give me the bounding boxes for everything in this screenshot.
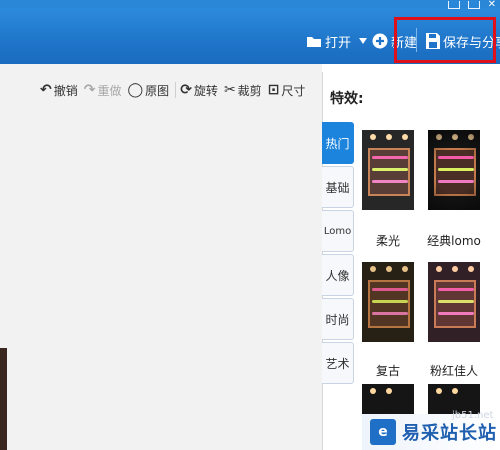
window-controls: ✕ bbox=[447, 0, 500, 10]
tab-art[interactable]: 艺术 bbox=[322, 342, 354, 384]
redo-label: 重做 bbox=[97, 83, 122, 98]
folder-icon bbox=[306, 35, 322, 48]
original-circle-icon: ◯ bbox=[127, 82, 144, 98]
watermark-url: jb51.net bbox=[452, 410, 494, 421]
rotate-button[interactable]: ⟳ 旋转 bbox=[180, 82, 218, 99]
effect-thumbnail-retro[interactable] bbox=[362, 262, 414, 342]
redo-button[interactable]: ↷ 重做 bbox=[84, 82, 122, 99]
tab-lomo[interactable]: Lomo bbox=[322, 210, 354, 252]
effect-label: 柔光 bbox=[375, 234, 400, 248]
maximize-icon[interactable] bbox=[467, 1, 480, 9]
open-button[interactable]: 打开 bbox=[306, 30, 370, 52]
effect-label: 经典lomo bbox=[427, 234, 481, 248]
crop-label: 裁剪 bbox=[237, 83, 262, 98]
tab-basic[interactable]: 基础 bbox=[322, 166, 354, 208]
tab-fashion[interactable]: 时尚 bbox=[322, 298, 354, 340]
redo-icon: ↷ bbox=[83, 82, 96, 98]
original-button[interactable]: ◯ 原图 bbox=[128, 82, 170, 99]
scissors-icon: ✂ bbox=[223, 82, 236, 98]
minimize-icon[interactable] bbox=[447, 1, 460, 9]
image-edge-fragment bbox=[0, 348, 7, 450]
effect-thumbnail-soft-light[interactable] bbox=[362, 130, 414, 210]
effect-thumbnail-pink-beauty[interactable] bbox=[428, 262, 480, 342]
effect-label: 复古 bbox=[375, 364, 400, 378]
effect-thumbnail-partial[interactable] bbox=[362, 384, 414, 414]
size-label: 尺寸 bbox=[281, 83, 306, 98]
size-button[interactable]: ⊡ 尺寸 bbox=[268, 82, 306, 99]
highlight-annotation-box bbox=[394, 17, 496, 63]
canvas-workspace[interactable] bbox=[0, 64, 322, 450]
close-icon[interactable]: ✕ bbox=[488, 0, 496, 10]
brand-logo-icon: e bbox=[370, 419, 396, 445]
effects-panel-title: 特效: bbox=[330, 91, 364, 107]
watermark-brand: 易采站长站 bbox=[402, 423, 497, 444]
resize-icon: ⊡ bbox=[267, 82, 280, 98]
effect-label: 粉红佳人 bbox=[429, 364, 478, 378]
rotate-icon: ⟳ bbox=[180, 82, 192, 98]
effects-category-tabs: 热门 基础 Lomo 人像 时尚 艺术 bbox=[322, 122, 356, 386]
chevron-down-icon[interactable] bbox=[359, 38, 368, 44]
original-label: 原图 bbox=[145, 83, 170, 98]
title-strip bbox=[0, 0, 500, 8]
tab-hot[interactable]: 热门 bbox=[322, 122, 354, 164]
rotate-label: 旋转 bbox=[193, 83, 218, 98]
edit-toolbar: ↶ 撤销 ↷ 重做 ◯ 原图 ⟳ 旋转 ✂ 裁剪 ⊡ 尺寸 bbox=[40, 80, 311, 100]
undo-label: 撤销 bbox=[53, 83, 78, 98]
effect-thumbnail-classic-lomo[interactable] bbox=[428, 130, 480, 210]
open-label: 打开 bbox=[325, 35, 352, 51]
undo-button[interactable]: ↶ 撤销 bbox=[40, 82, 78, 99]
edit-toolbar-divider bbox=[175, 82, 177, 98]
tab-portrait[interactable]: 人像 bbox=[322, 254, 354, 296]
undo-icon: ↶ bbox=[40, 82, 52, 98]
crop-button[interactable]: ✂ 裁剪 bbox=[224, 82, 262, 99]
plus-circle-icon bbox=[372, 33, 388, 49]
